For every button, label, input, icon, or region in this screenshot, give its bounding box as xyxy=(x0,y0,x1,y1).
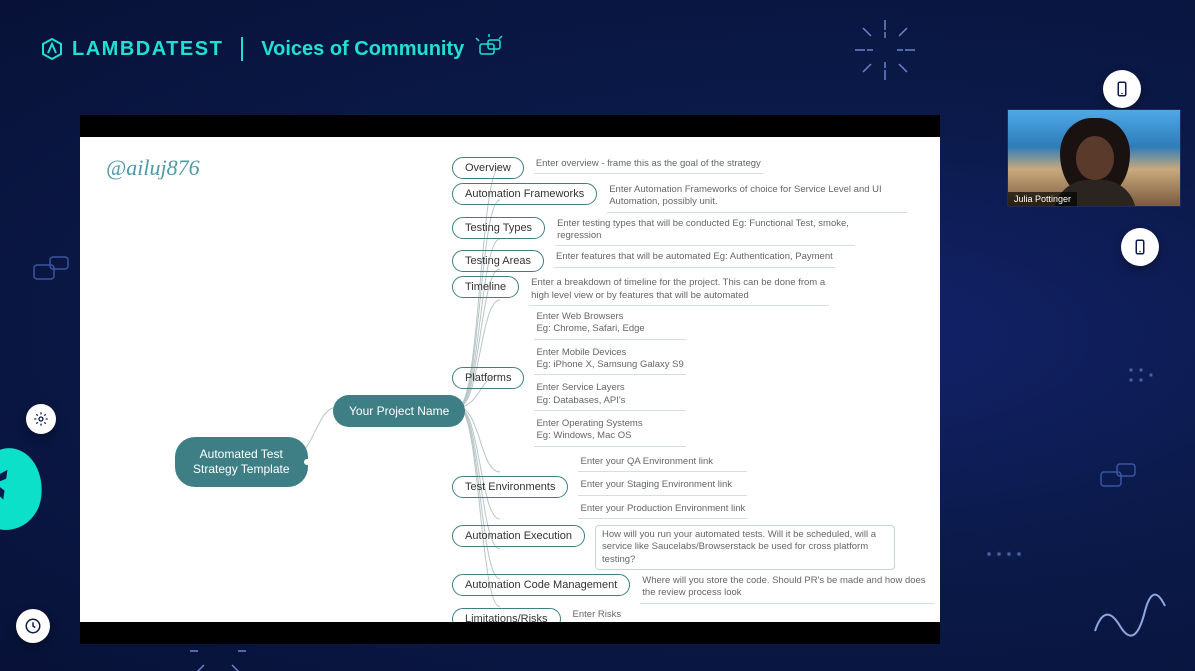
device-button-2[interactable] xyxy=(1121,228,1159,266)
header: LAMBDATEST Voices of Community xyxy=(0,0,1195,64)
header-divider xyxy=(241,37,243,61)
chat-spark-icon xyxy=(472,34,508,64)
tagline-text: Voices of Community xyxy=(261,38,464,61)
category-detail: Enter Web Browsers Eg: Chrome, Safari, E… xyxy=(534,310,685,340)
mindmap-root-node: Automated Test Strategy Template xyxy=(175,437,308,487)
phone-icon xyxy=(1131,238,1149,256)
mindmap-children: Overview Enter overview - frame this as t… xyxy=(452,157,934,612)
category-detail: Enter Automation Frameworks of choice fo… xyxy=(607,183,907,213)
chat-decor-icon xyxy=(1099,462,1143,492)
mindmap: Automated Test Strategy Template Your Pr… xyxy=(80,147,940,622)
category-detail: Enter Operating Systems Eg: Windows, Mac… xyxy=(534,417,685,447)
dots-decor-icon xyxy=(985,546,1025,562)
device-button-1[interactable] xyxy=(1103,70,1141,108)
category-detail: Enter features that will be automated Eg… xyxy=(554,250,835,267)
category-detail: Enter overview - frame this as the goal … xyxy=(534,157,763,174)
teal-blob-decor xyxy=(0,444,47,535)
presentation-slide: @ailuj876 Automated Test Strate xyxy=(80,115,940,644)
lambdatest-mark-icon xyxy=(40,37,64,61)
category-detail: Enter your QA Environment link xyxy=(578,455,747,472)
speaker-webcam: Julia Pottinger xyxy=(1007,109,1181,207)
category-detail: How will you run your automated tests. W… xyxy=(595,525,895,570)
root-label: Automated Test Strategy Template xyxy=(193,447,290,476)
clock-icon xyxy=(24,617,42,635)
category-detail: Enter a breakdown of timeline for the pr… xyxy=(529,276,829,306)
speaker-name-label: Julia Pottinger xyxy=(1008,192,1077,206)
category-test-environments: Test Environments xyxy=(452,476,568,498)
category-timeline: Timeline xyxy=(452,276,519,298)
chat-decor-icon xyxy=(32,255,76,285)
category-detail: Enter Mobile Devices Eg: iPhone X, Samsu… xyxy=(534,346,685,376)
mindmap-project-node: Your Project Name xyxy=(333,395,465,427)
category-detail: Enter your Staging Environment link xyxy=(578,478,747,495)
category-detail: Enter Risks xyxy=(571,608,624,622)
brand-logo: LAMBDATEST xyxy=(40,37,223,61)
gear-icon xyxy=(33,411,49,427)
category-testing-areas: Testing Areas xyxy=(452,250,544,272)
dots-decor-icon xyxy=(1125,364,1155,394)
category-detail: Where will you store the code. Should PR… xyxy=(640,574,934,604)
category-detail: Enter Service Layers Eg: Databases, API'… xyxy=(534,381,685,411)
category-automation-execution: Automation Execution xyxy=(452,525,585,547)
category-testing-types: Testing Types xyxy=(452,217,545,239)
category-platforms: Platforms xyxy=(452,367,524,389)
settings-button[interactable] xyxy=(26,404,56,434)
brand-text: LAMBDATEST xyxy=(72,38,223,61)
category-detail: Enter your Production Environment link xyxy=(578,502,747,519)
category-code-management: Automation Code Management xyxy=(452,574,630,596)
squiggle-decor-icon xyxy=(1085,571,1175,651)
category-automation-frameworks: Automation Frameworks xyxy=(452,183,597,205)
project-label: Your Project Name xyxy=(349,404,449,418)
category-overview: Overview xyxy=(452,157,524,179)
tagline: Voices of Community xyxy=(261,34,508,64)
phone-icon xyxy=(1113,80,1131,98)
firework-decor-icon xyxy=(855,20,915,80)
category-detail: Enter testing types that will be conduct… xyxy=(555,217,855,247)
history-button[interactable] xyxy=(16,609,50,643)
category-limitations-risks: Limitations/Risks xyxy=(452,608,561,622)
